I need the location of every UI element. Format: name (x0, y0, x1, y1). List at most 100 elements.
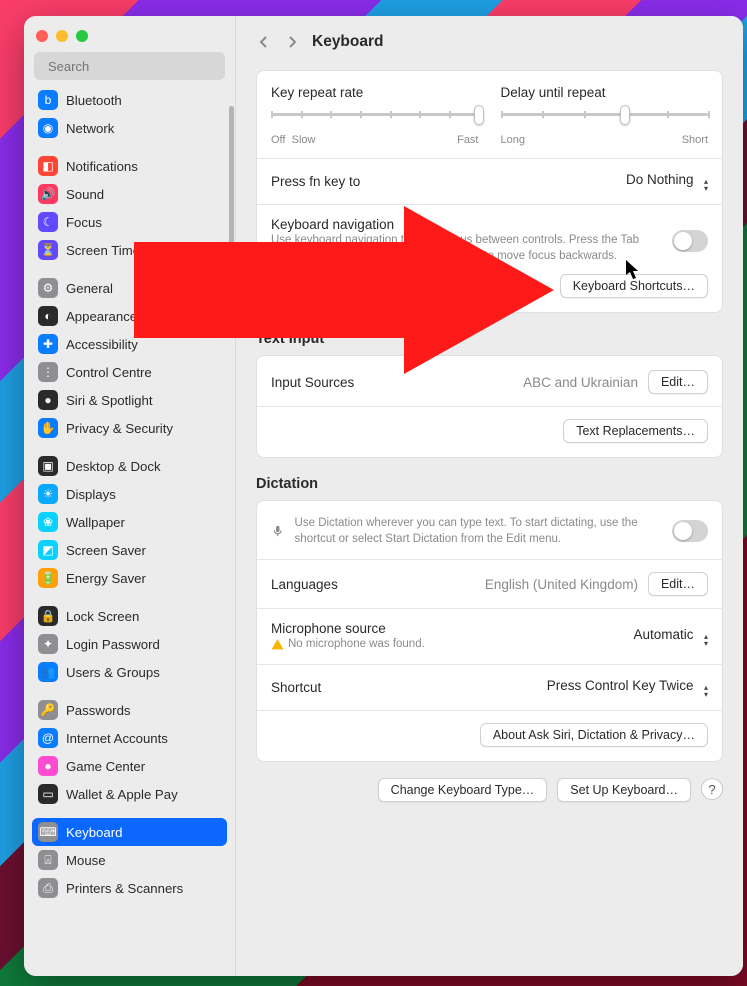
sidebar-item-passwords[interactable]: 🔑Passwords (32, 696, 227, 724)
sidebar-item-game-center[interactable]: ●Game Center (32, 752, 227, 780)
sidebar-item-label: Wallet & Apple Pay (66, 787, 178, 802)
dictation-about-button[interactable]: About Ask Siri, Dictation & Privacy… (480, 723, 708, 747)
sidebar-item-label: Keyboard (66, 825, 122, 840)
sidebar-item-screen-saver[interactable]: ◩Screen Saver (32, 536, 227, 564)
sidebar-icon: ▣ (38, 456, 58, 476)
sidebar-icon: ⋮ (38, 362, 58, 382)
slider-thumb[interactable] (474, 105, 484, 125)
sidebar-icon: ⌨ (38, 822, 58, 842)
sidebar-icon: 👥 (38, 662, 58, 682)
sidebar-item-lock-screen[interactable]: 🔒 Lock Screen (32, 602, 227, 630)
zoom-window-button[interactable] (76, 30, 88, 42)
page-title: Keyboard (312, 33, 384, 51)
sidebar-item-label: Accessibility (66, 337, 138, 352)
sidebar-item-focus[interactable]: ☾Focus (32, 208, 227, 236)
dictation-mic-value[interactable]: Automatic ▴▾ (634, 626, 709, 647)
input-sources-edit-button[interactable]: Edit… (648, 370, 708, 394)
sidebar-item-bluetooth[interactable]: b Bluetooth (32, 86, 227, 114)
forward-button[interactable] (284, 34, 300, 50)
sidebar-icon: ☾ (38, 212, 58, 232)
sidebar-item-screen-time[interactable]: ⏳Screen Time (32, 236, 227, 264)
search-field[interactable] (34, 52, 225, 80)
dictation-lang-edit-button[interactable]: Edit… (648, 572, 708, 596)
text-input-heading: Text Input (256, 331, 723, 347)
sidebar-item-label: Siri & Spotlight (66, 393, 153, 408)
slider-thumb[interactable] (620, 105, 630, 125)
sidebar-item-wallet-apple-pay[interactable]: ▭ Wallet & Apple Pay (32, 780, 227, 808)
key-repeat-slider[interactable]: Key repeat rate Off Slow Fast (271, 85, 479, 146)
back-button[interactable] (256, 34, 272, 50)
search-input[interactable] (48, 59, 224, 74)
text-input-panel: Input Sources ABC and Ukrainian Edit… Te… (256, 355, 723, 458)
kbd-nav-row: Keyboard navigation Use keyboard navigat… (271, 217, 708, 264)
fn-value[interactable]: Do Nothing ▴▾ (626, 171, 708, 192)
sidebar-item-label: Control Centre (66, 365, 152, 380)
help-button[interactable]: ? (701, 778, 723, 800)
sidebar-item-label: Internet Accounts (66, 731, 168, 746)
sidebar-item-label: General (66, 281, 113, 296)
sidebar-item-displays[interactable]: ☀Displays (32, 480, 227, 508)
sidebar-item-login-password[interactable]: ✦Login Password (32, 630, 227, 658)
sidebar-icon: ✦ (38, 634, 58, 654)
sidebar-item-label: Screen Time (66, 243, 140, 258)
sidebar: b Bluetooth ◉Network ◧Notifications🔊Sound☾F… (24, 16, 236, 976)
delay-slider[interactable]: Delay until repeat Long Short (501, 85, 709, 146)
dictation-shortcut-value[interactable]: Press Control Key Twice ▴▾ (547, 677, 708, 698)
sidebar-item-privacy-security[interactable]: ✋Privacy & Security (32, 414, 227, 442)
sidebar-icon: 🔋 (38, 568, 58, 588)
titlebar: Keyboard (256, 28, 723, 56)
kbd-nav-title: Keyboard navigation (271, 217, 660, 232)
sidebar-item-network[interactable]: ◉Network (32, 114, 227, 142)
sidebar-item-label: Lock Screen (66, 609, 139, 624)
sidebar-item-appearance[interactable]: ◐Appearance (32, 302, 227, 330)
minimize-window-button[interactable] (56, 30, 68, 42)
text-replacements-button[interactable]: Text Replacements… (563, 419, 708, 443)
sidebar-item-desktop-dock[interactable]: ▣Desktop & Dock (32, 452, 227, 480)
sidebar-item-label: Screen Saver (66, 543, 146, 558)
sidebar-item-users-groups[interactable]: 👥Users & Groups (32, 658, 227, 686)
repeat-panel: Key repeat rate Off Slow Fast Delay unti… (256, 70, 723, 313)
sidebar-item-label: Sound (66, 187, 104, 202)
sidebar-item-label: Bluetooth (66, 93, 122, 108)
sidebar-item-general[interactable]: ⚙ General (32, 274, 227, 302)
bottom-buttons: Change Keyboard Type… Set Up Keyboard… ? (256, 778, 723, 802)
input-sources-value: ABC and Ukrainian (523, 375, 638, 390)
sidebar-item-energy-saver[interactable]: 🔋Energy Saver (32, 564, 227, 592)
sidebar-item-siri-spotlight[interactable]: ● Siri & Spotlight (32, 386, 227, 414)
sidebar-icon: 🔒 (38, 606, 58, 626)
sidebar-icon: ● (38, 390, 58, 410)
sidebar-icon: b (38, 90, 58, 110)
keyboard-shortcuts-button[interactable]: Keyboard Shortcuts… (560, 274, 708, 298)
sidebar-item-mouse[interactable]: ⍓ Mouse (32, 846, 227, 874)
sidebar-item-label: Notifications (66, 159, 138, 174)
sidebar-icon: ◉ (38, 118, 58, 138)
sidebar-icon: ▭ (38, 784, 58, 804)
sidebar-icon: ⎙ (38, 878, 58, 898)
main-content: Keyboard Key repeat rate Off Slow Fast D… (236, 16, 743, 976)
sidebar-icon: ⚙ (38, 278, 58, 298)
delay-label: Delay until repeat (501, 85, 709, 100)
kbd-nav-toggle[interactable] (672, 230, 708, 252)
sidebar-item-sound[interactable]: 🔊Sound (32, 180, 227, 208)
sidebar-item-label: Passwords (66, 703, 131, 718)
fn-row: Press fn key to Do Nothing ▴▾ (271, 171, 708, 192)
sidebar-item-printers-scanners[interactable]: ⎙Printers & Scanners (32, 874, 227, 902)
sidebar-item-keyboard[interactable]: ⌨ Keyboard (32, 818, 227, 846)
mic-icon (271, 520, 285, 542)
sidebar-item-wallpaper[interactable]: ❀Wallpaper (32, 508, 227, 536)
updown-icon: ▴▾ (704, 178, 708, 192)
sidebar-item-accessibility[interactable]: ✚Accessibility (32, 330, 227, 358)
sidebar-item-label: Privacy & Security (66, 421, 173, 436)
sidebar-icon: ⍓ (38, 850, 58, 870)
sidebar-item-control-centre[interactable]: ⋮ Control Centre (32, 358, 227, 386)
sidebar-item-internet-accounts[interactable]: @ Internet Accounts (32, 724, 227, 752)
dictation-toggle[interactable] (672, 520, 708, 542)
change-keyboard-type-button[interactable]: Change Keyboard Type… (378, 778, 548, 802)
dictation-mic-row: Microphone source No microphone was foun… (271, 621, 708, 652)
sidebar-item-notifications[interactable]: ◧Notifications (32, 152, 227, 180)
sidebar-icon: @ (38, 728, 58, 748)
updown-icon: ▴▾ (704, 684, 708, 698)
sidebar-item-label: Mouse (66, 853, 106, 868)
close-window-button[interactable] (36, 30, 48, 42)
setup-keyboard-button[interactable]: Set Up Keyboard… (557, 778, 691, 802)
